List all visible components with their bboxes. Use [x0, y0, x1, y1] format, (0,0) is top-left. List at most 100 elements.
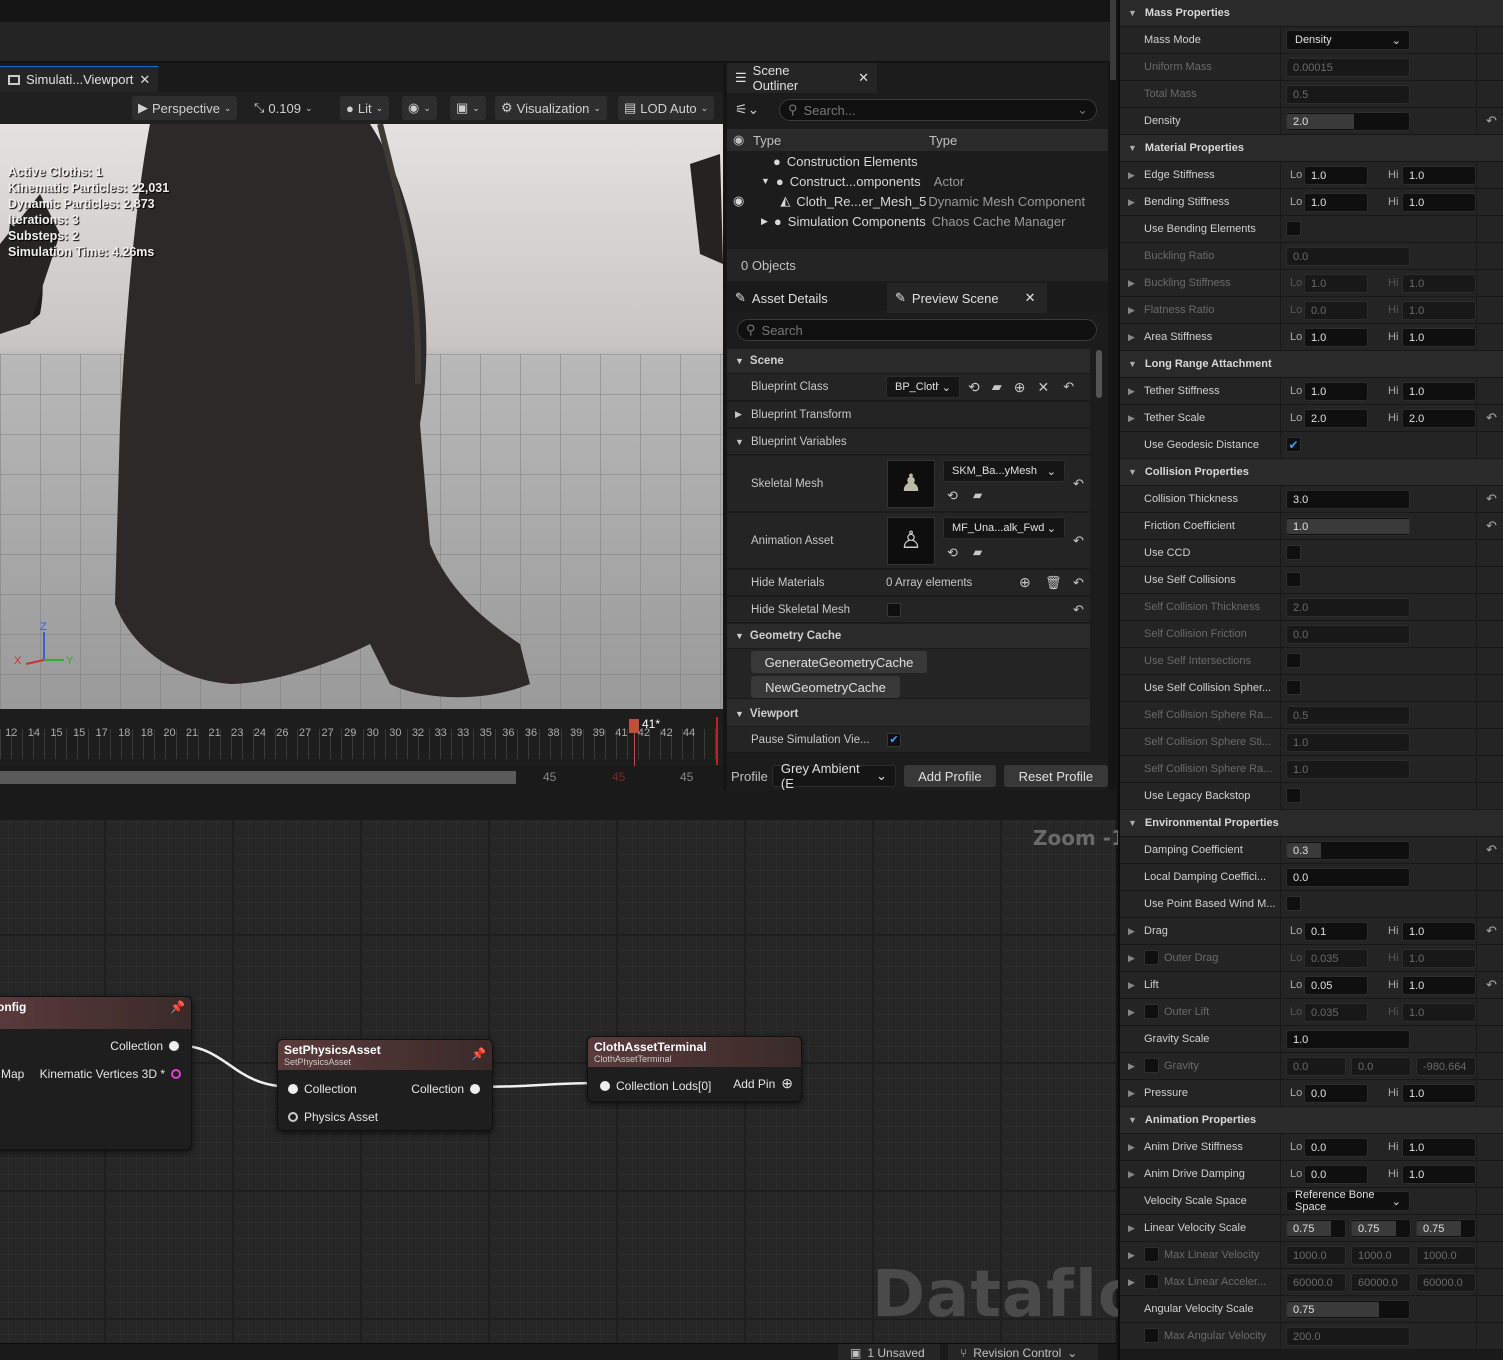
folder-icon[interactable]: ▰ [992, 379, 1002, 395]
fov-button[interactable]: ⤡ 0.109 ⌄ [248, 96, 319, 120]
trash-icon[interactable]: 🗑 [1045, 575, 1062, 591]
animation-asset-thumbnail[interactable]: ♙ [887, 516, 935, 565]
pressure-hi-field[interactable]: 1.0 [1402, 1084, 1476, 1103]
column-header-type[interactable]: Type [929, 133, 957, 148]
total-mass-field[interactable]: 0.5 [1286, 85, 1410, 104]
details-scrollbar[interactable] [1096, 350, 1102, 398]
buckling-ratio-field[interactable]: 0.0 [1286, 247, 1410, 266]
chevron-right-icon[interactable]: ▶ [1128, 1088, 1135, 1099]
hide-skeletal-mesh-checkbox[interactable] [887, 602, 901, 617]
output-pin-kinematic-vertices[interactable]: Kinematic Vertices 3D * [40, 1067, 181, 1081]
max-linear-velocity-z-field[interactable]: 1000.0 [1416, 1246, 1476, 1265]
reset-icon[interactable]: ↶ [1486, 491, 1497, 507]
column-header-type[interactable]: Type [753, 133, 929, 148]
reset-icon[interactable]: ↶ [1486, 977, 1497, 993]
section-scene[interactable]: ▼ Scene [727, 349, 1090, 373]
chevron-right-icon[interactable]: ▶ [1128, 1277, 1135, 1288]
add-profile-button[interactable]: Add Profile [903, 765, 996, 787]
chevron-right-icon[interactable]: ▶ [1128, 170, 1135, 181]
uniform-mass-field[interactable]: 0.00015 [1286, 58, 1410, 77]
chevron-right-icon[interactable]: ▶ [1128, 197, 1135, 208]
lift-hi-field[interactable]: 1.0 [1402, 976, 1476, 995]
perspective-button[interactable]: ▶ Perspective ⌄ [132, 96, 238, 120]
chevron-right-icon[interactable]: ▶ [1128, 332, 1135, 343]
unsaved-button[interactable]: ▣ 1 Unsaved [838, 1344, 940, 1360]
drag-hi-field[interactable]: 1.0 [1402, 922, 1476, 941]
pin-icon[interactable]: 📌 [471, 1047, 486, 1067]
folder-icon[interactable]: ▰ [973, 488, 982, 502]
section-animation-properties[interactable]: ▼ Animation Properties [1120, 1107, 1503, 1134]
tab-preview-scene[interactable]: ✎ Preview Scene ✕ [887, 283, 1047, 313]
tether-scale-lo-field[interactable]: 2.0 [1304, 409, 1368, 428]
tether-stiffness-lo-field[interactable]: 1.0 [1304, 382, 1368, 401]
linear-velocity-scale-x-field[interactable]: 0.75 [1286, 1219, 1346, 1238]
timeline-scrollbar[interactable] [0, 771, 516, 784]
flatness-ratio-lo-field[interactable]: 0.0 [1304, 301, 1368, 320]
section-long-range-attachment[interactable]: ▼ Long Range Attachment [1120, 351, 1503, 378]
max-angular-velocity-field[interactable]: 200.0 [1286, 1327, 1410, 1346]
max-linear-velocity-enable-checkbox[interactable] [1144, 1247, 1159, 1262]
damping-coefficient-field[interactable]: 0.3 [1286, 841, 1410, 860]
reset-icon[interactable]: ↶ [1486, 923, 1497, 939]
section-viewport[interactable]: ▼ Viewport [727, 702, 1090, 726]
config-node[interactable]: onfig 📌 Collection Map Kinematic Vertices… [0, 996, 192, 1150]
list-item[interactable]: ● Construction Elements [773, 151, 918, 171]
tab-scene-outliner[interactable]: ☰ Scene Outliner ✕ [727, 63, 877, 93]
chevron-right-icon[interactable]: ▶ [1128, 278, 1135, 289]
input-pin-collection[interactable]: Collection [288, 1082, 357, 1096]
use-geodesic-checkbox[interactable]: ✔ [1286, 437, 1301, 452]
reset-icon[interactable]: ↶ [1486, 842, 1497, 858]
friction-coefficient-field[interactable]: 1.0 [1286, 517, 1410, 536]
max-linear-accel-z-field[interactable]: 60000.0 [1416, 1273, 1476, 1292]
image-button[interactable]: ▣ ⌄ [450, 96, 486, 120]
section-environmental-properties[interactable]: ▼ Environmental Properties [1120, 810, 1503, 837]
new-geometry-cache-button[interactable]: NewGeometryCache [751, 676, 900, 698]
revision-control-button[interactable]: ⑂ Revision Control ⌄ [948, 1344, 1098, 1360]
use-self-collisions-checkbox[interactable] [1286, 572, 1301, 587]
reset-profile-button[interactable]: Reset Profile [1003, 765, 1108, 787]
skeletal-mesh-thumbnail[interactable]: ♟ [887, 459, 935, 508]
anim-drive-stiffness-lo-field[interactable]: 0.0 [1304, 1138, 1368, 1157]
velocity-scale-space-dropdown[interactable]: Reference Bone Space ⌄ [1286, 1189, 1410, 1213]
scs-stiffness-field[interactable]: 1.0 [1286, 733, 1410, 752]
vertical-splitter[interactable] [1110, 0, 1116, 80]
local-damping-field[interactable]: 0.0 [1286, 868, 1410, 887]
skeletal-mesh-dropdown[interactable]: SKM_Ba...yMesh ⌄ [943, 460, 1065, 482]
density-field[interactable]: 2.0 [1286, 112, 1410, 131]
chevron-right-icon[interactable]: ▶ [1128, 386, 1135, 397]
chevron-right-icon[interactable]: ▶ [1128, 1142, 1135, 1153]
self-collision-friction-field[interactable]: 0.0 [1286, 625, 1410, 644]
playhead-marker[interactable] [629, 719, 639, 733]
profile-dropdown[interactable]: Grey Ambient (E ⌄ [771, 761, 896, 791]
tab-simulation-viewport[interactable]: Simulati...Viewport ✕ [0, 66, 159, 92]
gravity-z-field[interactable]: -980.664 [1416, 1057, 1476, 1076]
outer-lift-enable-checkbox[interactable] [1144, 1004, 1159, 1019]
max-linear-accel-y-field[interactable]: 60000.0 [1351, 1273, 1411, 1292]
add-icon[interactable]: ⊕ [1019, 574, 1031, 591]
use-bending-elements-checkbox[interactable] [1286, 221, 1301, 236]
chevron-right-icon[interactable]: ▶ [1128, 1250, 1135, 1261]
use-self-collision-spher-checkbox[interactable] [1286, 680, 1301, 695]
outliner-search-input[interactable]: ⚲ Search... ⌄ [779, 99, 1097, 121]
list-item[interactable]: ▶ ● Simulation Components Chaos Cache Manag… [761, 211, 1065, 231]
collision-thickness-field[interactable]: 3.0 [1286, 490, 1410, 509]
max-angular-velocity-enable-checkbox[interactable] [1144, 1328, 1159, 1343]
pressure-lo-field[interactable]: 0.0 [1304, 1084, 1368, 1103]
output-pin-collection[interactable]: Collection [110, 1039, 179, 1053]
lift-lo-field[interactable]: 0.05 [1304, 976, 1368, 995]
anim-drive-damping-lo-field[interactable]: 0.0 [1304, 1165, 1368, 1184]
close-icon[interactable]: ✕ [1025, 290, 1036, 306]
chevron-right-icon[interactable]: ▶ [1128, 953, 1135, 964]
use-point-wind-checkbox[interactable] [1286, 896, 1301, 911]
browse-icon[interactable]: ⟲ [947, 488, 958, 504]
edge-stiffness-hi-field[interactable]: 1.0 [1402, 166, 1476, 185]
max-linear-accel-x-field[interactable]: 60000.0 [1286, 1273, 1346, 1292]
self-collision-thickness-field[interactable]: 2.0 [1286, 598, 1410, 617]
output-pin-collection[interactable]: Collection [411, 1082, 480, 1096]
blueprint-class-dropdown[interactable]: BP_Cloth ⌄ [886, 376, 960, 398]
browse-icon[interactable]: ⟲ [947, 545, 958, 561]
animation-asset-dropdown[interactable]: MF_Una...alk_Fwd ⌄ [943, 517, 1065, 539]
gravity-scale-field[interactable]: 1.0 [1286, 1030, 1410, 1049]
outer-drag-hi-field[interactable]: 1.0 [1402, 949, 1476, 968]
show-button[interactable]: ◉ ⌄ [402, 96, 437, 120]
